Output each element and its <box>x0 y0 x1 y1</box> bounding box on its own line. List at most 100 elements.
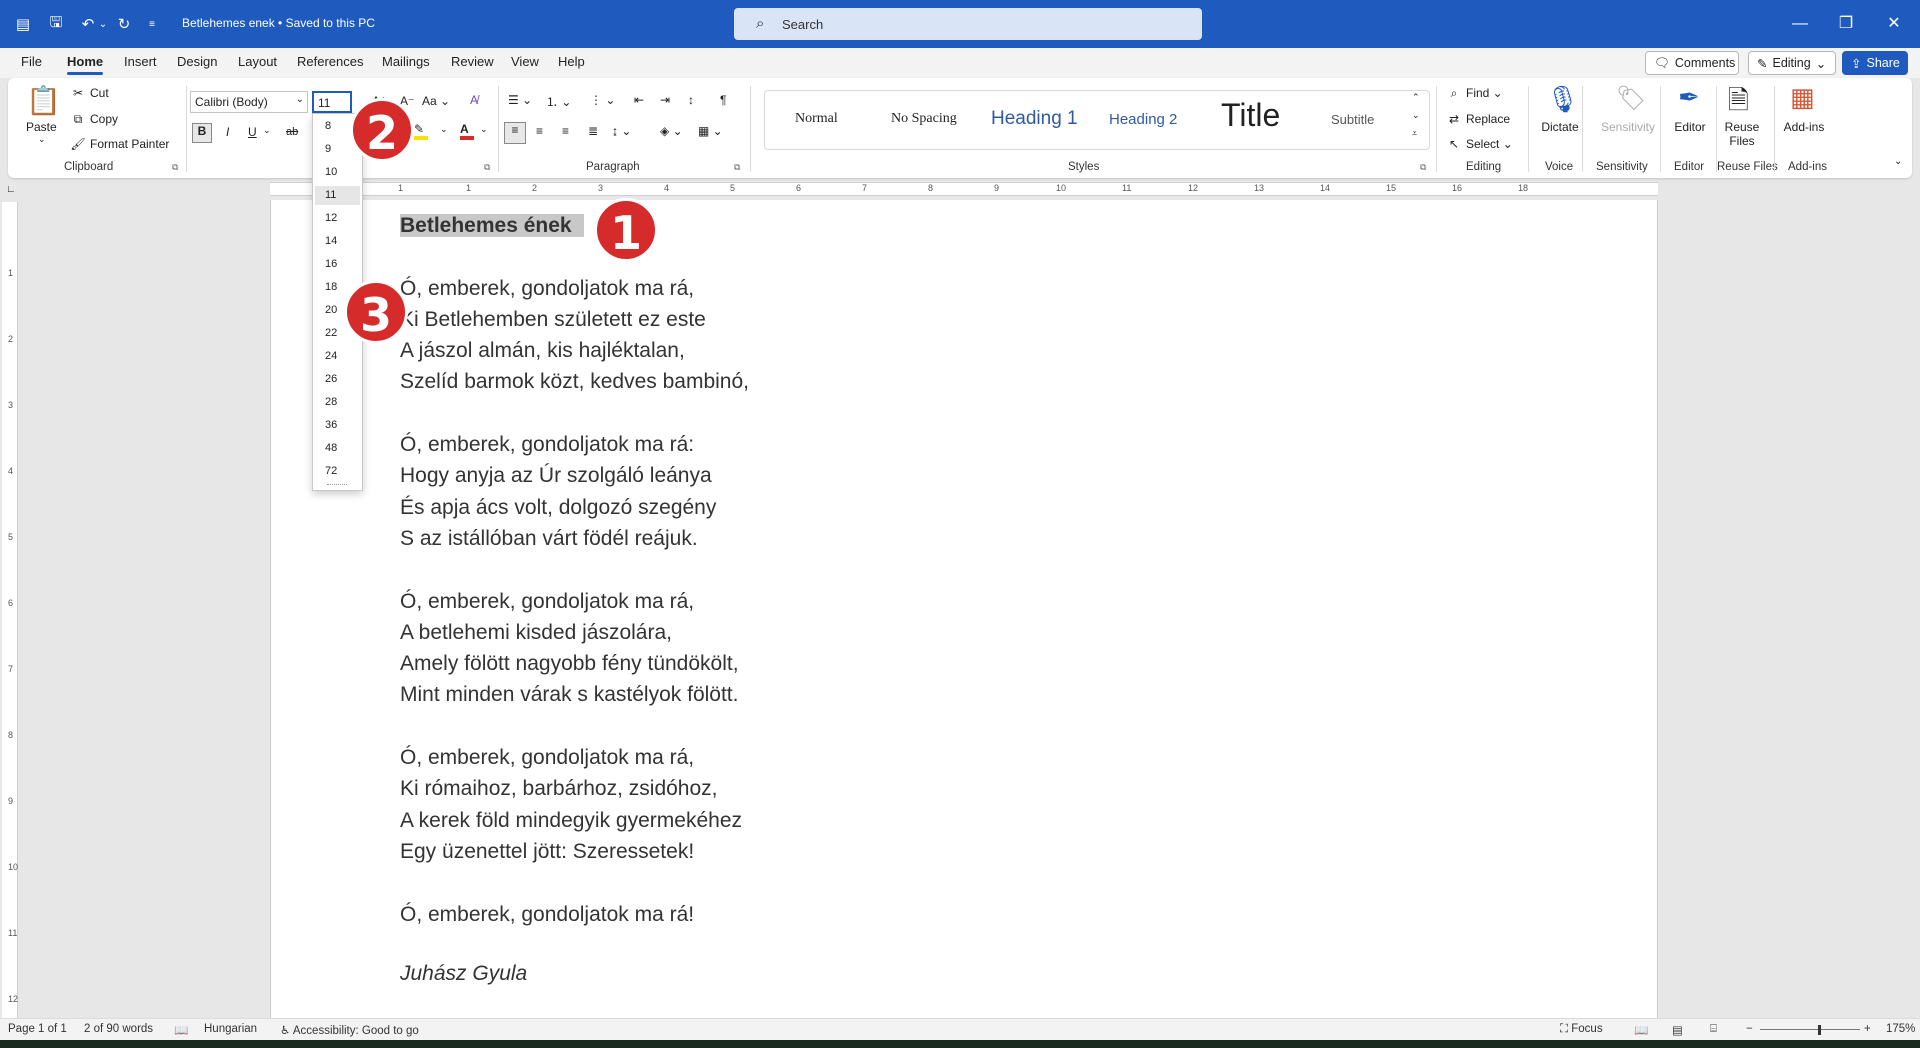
horizontal-ruler[interactable]: 1 1 2 3 4 5 6 7 8 9 10 11 12 13 14 15 16… <box>270 182 1658 196</box>
document-body[interactable]: Betlehemes ének Ó, emberek, gondoljatok … <box>400 210 749 989</box>
select-button[interactable]: ↖ Select ⌄ <box>1446 137 1513 151</box>
style-subtitle[interactable]: Subtitle <box>1331 112 1374 127</box>
font-size-option-selected[interactable]: 11 <box>315 186 360 205</box>
style-heading-1[interactable]: Heading 1 <box>991 108 1078 130</box>
copy-button[interactable]: ⧉ Copy <box>70 112 118 127</box>
font-name-select[interactable]: Calibri (Body) ⌄ <box>190 91 308 113</box>
font-size-option[interactable]: 28 <box>325 396 337 408</box>
font-size-option[interactable]: 16 <box>325 258 337 270</box>
redo-icon[interactable]: ↻ <box>112 12 136 36</box>
style-title[interactable]: Title <box>1221 97 1280 134</box>
tab-design[interactable]: Design <box>177 54 217 69</box>
underline-dropdown-icon[interactable]: ⌄ <box>263 125 271 136</box>
font-size-option[interactable]: 20 <box>325 304 337 316</box>
accessibility-status[interactable]: ♿ Accessibility: Good to go <box>280 1023 419 1037</box>
italic-button[interactable]: I <box>226 125 229 139</box>
comments-button[interactable]: 🗨 Comments <box>1645 51 1739 75</box>
tab-view[interactable]: View <box>511 54 539 69</box>
zoom-slider-thumb[interactable] <box>1818 1025 1821 1035</box>
word-app-icon[interactable]: ▤ <box>11 12 35 36</box>
font-size-option[interactable]: 14 <box>325 235 337 247</box>
sort-icon[interactable]: ↕ <box>688 93 694 107</box>
print-layout-icon[interactable]: ▤ <box>1672 1023 1683 1037</box>
underline-button[interactable]: U <box>248 125 257 139</box>
clipboard-launcher-icon[interactable]: ⧉ <box>172 162 178 173</box>
stanza-2[interactable]: Ó, emberek, gondoljatok ma rá: Hogy anyj… <box>400 429 749 554</box>
font-size-option[interactable]: 12 <box>325 212 337 224</box>
bold-button[interactable]: B <box>192 123 212 143</box>
cut-button[interactable]: ✂ Cut <box>70 86 109 100</box>
align-right-icon[interactable]: ≡ <box>562 124 569 138</box>
paste-icon[interactable]: 📋 <box>26 84 61 117</box>
format-painter-button[interactable]: 🖌 Format Painter <box>70 137 169 151</box>
font-size-option[interactable]: 18 <box>325 281 337 293</box>
collapse-ribbon-icon[interactable]: ⌄ <box>1894 156 1902 167</box>
proofing-icon[interactable]: 📖 <box>174 1023 188 1037</box>
zoom-out-icon[interactable]: − <box>1746 1023 1753 1035</box>
tab-references[interactable]: References <box>297 54 363 69</box>
show-marks-icon[interactable]: ¶ <box>720 93 726 107</box>
bullets-icon[interactable]: ☰ ⌄ <box>508 93 532 107</box>
vertical-ruler[interactable]: 1 2 3 4 5 6 7 8 9 10 11 12 <box>2 202 18 1020</box>
zoom-in-icon[interactable]: + <box>1864 1023 1871 1035</box>
language[interactable]: Hungarian <box>204 1023 257 1035</box>
font-size-option[interactable]: 22 <box>325 327 337 339</box>
undo-dropdown-icon[interactable]: ⌄ <box>96 12 110 36</box>
numbering-icon[interactable]: ⒈ ⌄ <box>546 93 571 110</box>
tab-layout[interactable]: Layout <box>238 54 277 69</box>
style-no-spacing[interactable]: No Spacing <box>891 111 957 127</box>
highlight-dropdown-icon[interactable]: ⌄ <box>440 124 448 135</box>
add-ins-button[interactable]: Add-ins <box>1774 120 1834 134</box>
paste-chevron-icon[interactable]: ⌄ <box>38 134 46 145</box>
styles-scroll-up-icon[interactable]: ⌃ <box>1412 92 1420 103</box>
font-size-option[interactable]: 8 <box>325 120 331 132</box>
decrease-indent-icon[interactable]: ⇤ <box>634 93 644 107</box>
stanza-4[interactable]: Ó, emberek, gondoljatok ma rá, Ki rómaih… <box>400 742 749 867</box>
web-layout-icon[interactable]: ⌸ <box>1710 1023 1717 1036</box>
font-color-dropdown-icon[interactable]: ⌄ <box>480 124 488 135</box>
change-case-button[interactable]: Aa ⌄ <box>422 94 450 108</box>
poem-author[interactable]: Juhász Gyula <box>400 958 749 989</box>
restore-icon[interactable]: ❐ <box>1834 12 1858 36</box>
document-heading[interactable]: Betlehemes ének <box>400 214 584 237</box>
tab-mailings[interactable]: Mailings <box>382 54 430 69</box>
add-ins-icon[interactable]: ▦ <box>1790 82 1815 113</box>
increase-indent-icon[interactable]: ⇥ <box>660 93 670 107</box>
font-size-option[interactable]: 26 <box>325 373 337 385</box>
editor-pen-icon[interactable]: ✒ <box>1678 82 1700 113</box>
page-count[interactable]: Page 1 of 1 <box>8 1023 67 1035</box>
minimize-icon[interactable]: — <box>1788 12 1812 36</box>
close-icon[interactable]: ✕ <box>1882 12 1906 36</box>
font-size-option[interactable]: 10 <box>325 166 337 178</box>
stanza-5[interactable]: Ó, emberek, gondoljatok ma rá! <box>400 899 749 930</box>
read-mode-icon[interactable]: 📖 <box>1634 1023 1648 1037</box>
multilevel-list-icon[interactable]: ⋮ ⌄ <box>590 93 615 107</box>
find-button[interactable]: ⌕ Find ⌄ <box>1446 86 1503 101</box>
align-center-icon[interactable]: ≡ <box>536 124 543 138</box>
tab-insert[interactable]: Insert <box>124 54 157 69</box>
reuse-files-button[interactable]: Reuse Files <box>1712 120 1772 148</box>
document-title[interactable]: Betlehemes enek • Saved to this PC <box>182 16 375 30</box>
font-launcher-icon[interactable]: ⧉ <box>484 162 490 173</box>
clear-formatting-icon[interactable]: A̸ <box>470 93 478 107</box>
tab-home[interactable]: Home <box>67 54 104 75</box>
line-spacing-icon[interactable]: ↨ ⌄ <box>612 124 631 138</box>
font-size-option[interactable]: 72 <box>325 465 337 477</box>
style-heading-2[interactable]: Heading 2 <box>1109 111 1177 128</box>
zoom-slider[interactable] <box>1760 1029 1860 1030</box>
microphone-icon[interactable]: 🎙 <box>1546 84 1579 115</box>
paragraph-launcher-icon[interactable]: ⧉ <box>734 162 740 173</box>
zoom-level[interactable]: 175% <box>1886 1023 1915 1035</box>
customize-icon[interactable]: ≡ <box>140 12 164 36</box>
justify-icon[interactable]: ≣ <box>588 124 598 138</box>
editor-button[interactable]: Editor <box>1660 120 1720 134</box>
font-size-option[interactable]: 36 <box>325 419 337 431</box>
share-button[interactable]: ⇪ Share <box>1842 51 1908 75</box>
word-count[interactable]: 2 of 90 words <box>84 1023 153 1035</box>
font-size-option[interactable]: 24 <box>325 350 337 362</box>
resize-grip[interactable] <box>327 484 347 485</box>
strikethrough-button[interactable]: ab <box>286 126 298 138</box>
editing-mode-button[interactable]: ✎ Editing ⌄ <box>1748 51 1836 75</box>
shading-icon[interactable]: ◈ ⌄ <box>660 124 683 138</box>
stanza-1[interactable]: Ó, emberek, gondoljatok ma rá, Ki Betleh… <box>400 273 749 398</box>
